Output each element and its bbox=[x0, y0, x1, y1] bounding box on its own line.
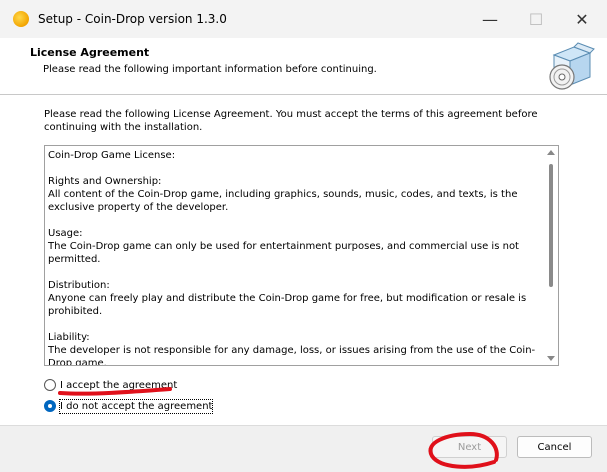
license-textbox[interactable]: Coin-Drop Game License: Rights and Owner… bbox=[44, 145, 559, 366]
decline-label[interactable]: I do not accept the agreement bbox=[58, 398, 214, 414]
page-subtitle: Please read the following important info… bbox=[43, 64, 377, 75]
vertical-scrollbar[interactable] bbox=[544, 146, 558, 365]
window-title: Setup - Coin-Drop version 1.3.0 bbox=[38, 12, 227, 26]
intro-text: Please read the following License Agreem… bbox=[44, 109, 538, 133]
decline-radio[interactable] bbox=[44, 400, 56, 412]
footer-separator bbox=[0, 425, 607, 426]
accept-option[interactable]: I accept the agreement bbox=[44, 377, 177, 393]
license-paragraph: Coin-Drop Game License: bbox=[48, 150, 176, 161]
license-text: Coin-Drop Game License: Rights and Owner… bbox=[48, 149, 544, 366]
wizard-header: License Agreement Please read the follow… bbox=[0, 38, 607, 94]
scroll-up-icon[interactable] bbox=[547, 150, 555, 155]
decline-option[interactable]: I do not accept the agreement bbox=[44, 398, 214, 414]
coin-app-icon bbox=[13, 11, 29, 27]
license-paragraph: Rights and Ownership: All content of the… bbox=[48, 176, 518, 213]
page-title: License Agreement bbox=[30, 46, 150, 59]
setup-box-cd-icon bbox=[549, 42, 595, 90]
next-button[interactable]: Next bbox=[432, 436, 507, 458]
accept-radio[interactable] bbox=[44, 379, 56, 391]
accept-label[interactable]: I accept the agreement bbox=[60, 379, 177, 392]
title-bar: Setup - Coin-Drop version 1.3.0 — ☐ ✕ bbox=[0, 0, 607, 38]
scrollbar-thumb[interactable] bbox=[549, 164, 553, 287]
license-paragraph: Distribution: Anyone can freely play and… bbox=[48, 280, 527, 317]
license-paragraph: Liability: The developer is not responsi… bbox=[48, 332, 536, 366]
cancel-button[interactable]: Cancel bbox=[517, 436, 592, 458]
close-button[interactable]: ✕ bbox=[559, 0, 605, 38]
maximize-button[interactable]: ☐ bbox=[513, 0, 559, 38]
license-paragraph: Usage: The Coin-Drop game can only be us… bbox=[48, 228, 519, 265]
scroll-down-icon[interactable] bbox=[547, 356, 555, 361]
minimize-button[interactable]: — bbox=[467, 0, 513, 38]
